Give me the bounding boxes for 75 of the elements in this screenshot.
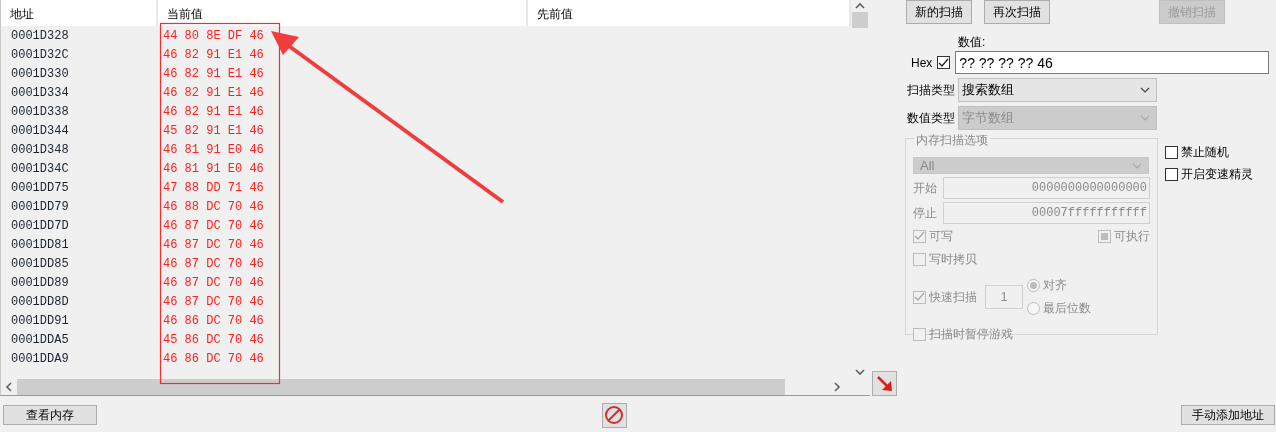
address-cell-text: 0001DD75: [10, 180, 70, 195]
value-cell-text: 46 82 91 E1 46: [162, 47, 264, 62]
value-cell-text: 46 87 DC 70 46: [162, 218, 264, 233]
value-cell-text: 46 88 DC 70 46: [162, 199, 264, 214]
checkbox-label: 扫描时暂停游戏: [929, 325, 1013, 343]
address-cell-text: 0001DD85: [10, 256, 70, 271]
value-cell-text: 46 82 91 E1 46: [162, 85, 264, 100]
value-cell-text: 46 81 91 E0 46: [162, 142, 264, 157]
checkbox-label: 快速扫描: [929, 288, 977, 306]
scroll-right-icon[interactable]: [833, 381, 841, 392]
checkbox[interactable]: [1165, 168, 1178, 181]
chevron-icon: [1140, 87, 1150, 93]
field-label: 数值类型: [907, 109, 956, 127]
hex-label: Hex: [911, 55, 933, 70]
scan-button[interactable]: 新的扫描: [906, 0, 972, 24]
address-cell-text: 0001D334: [10, 85, 70, 100]
checkbox-label: 写时拷贝: [929, 250, 977, 268]
address-cell-text: 0001DD8D: [10, 294, 70, 309]
address-cell-text: 0001DD89: [10, 275, 70, 290]
field-label: 开始: [913, 179, 938, 197]
field-label: 数值:: [958, 34, 987, 48]
checkbox-label: 禁止随机: [1181, 144, 1229, 161]
address-cell-text: 0001DD91: [10, 313, 70, 328]
address-cell-text: 0001DDA5: [10, 332, 70, 347]
address-cell-text: 0001DD7D: [10, 218, 70, 233]
checkbox-label: 可写: [929, 227, 953, 245]
scroll-down-icon[interactable]: [855, 368, 865, 376]
checkbox[interactable]: [937, 56, 951, 69]
arrow-icon: [876, 375, 893, 392]
address-cell-text: 0001DDA9: [10, 351, 70, 366]
address-cell-text: 0001D338: [10, 104, 70, 119]
address-cell-text: 0001D348: [10, 142, 70, 157]
prohibited-icon: [604, 405, 624, 425]
arrow-button[interactable]: [872, 371, 897, 396]
value-cell-text: 46 87 DC 70 46: [162, 275, 264, 290]
value-cell-text: 46 86 DC 70 46: [162, 313, 264, 328]
add-address-button[interactable]: 手动添加地址: [1181, 405, 1275, 425]
value-cell-text: 46 87 DC 70 46: [162, 237, 264, 252]
column-header[interactable]: 当前值: [158, 0, 528, 26]
address-cell-text: 0001DD81: [10, 237, 70, 252]
value-cell-text: 44 80 8E DF 46: [162, 28, 264, 43]
checkbox[interactable]: [1165, 146, 1178, 159]
group-title: 内存扫描选项: [914, 132, 990, 149]
address-cell-text: 0001D344: [10, 123, 70, 138]
radio-label: 最后位数: [1043, 300, 1091, 317]
value-cell-text: 46 87 DC 70 46: [162, 256, 264, 271]
checkbox-label: 开启变速精灵: [1181, 166, 1253, 183]
scan-button[interactable]: 再次扫描: [984, 0, 1050, 24]
scroll-left-icon[interactable]: [5, 381, 13, 392]
field-label: 扫描类型: [907, 81, 956, 99]
value-cell-text: 46 86 DC 70 46: [162, 351, 264, 366]
chevron-icon: [1132, 162, 1142, 169]
address-cell-text: 0001D32C: [10, 47, 70, 62]
stop-button[interactable]: [601, 402, 627, 428]
column-header[interactable]: 地址: [1, 0, 158, 26]
value-cell-text: 46 82 91 E1 46: [162, 104, 264, 119]
value-cell-text: 47 88 DD 71 46: [162, 180, 264, 195]
value-input[interactable]: ?? ?? ?? ?? 46: [955, 51, 1270, 74]
value-cell-text: 46 81 91 E0 46: [162, 161, 264, 176]
value-cell-text: 45 86 DC 70 46: [162, 332, 264, 347]
view-memory-button[interactable]: 查看内存: [3, 405, 97, 425]
value-cell-text: 46 82 91 E1 46: [162, 66, 264, 81]
address-cell-text: 0001D328: [10, 28, 70, 43]
scroll-thumb[interactable]: [852, 12, 868, 28]
address-cell-text: 0001D34C: [10, 161, 70, 176]
field-label: 停止: [913, 204, 938, 222]
checkbox-label: 可执行: [1114, 227, 1150, 245]
address-cell-text: 0001D330: [10, 66, 70, 81]
chevron-icon: [1140, 115, 1150, 121]
address-cell-text: 0001DD79: [10, 199, 70, 214]
value-cell-text: 45 82 91 E1 46: [162, 123, 264, 138]
dropdown[interactable]: 搜索数组: [958, 78, 1157, 102]
radio-label: 对齐: [1043, 277, 1067, 294]
value-cell-text: 46 87 DC 70 46: [162, 294, 264, 309]
scroll-up-icon[interactable]: [855, 2, 865, 10]
